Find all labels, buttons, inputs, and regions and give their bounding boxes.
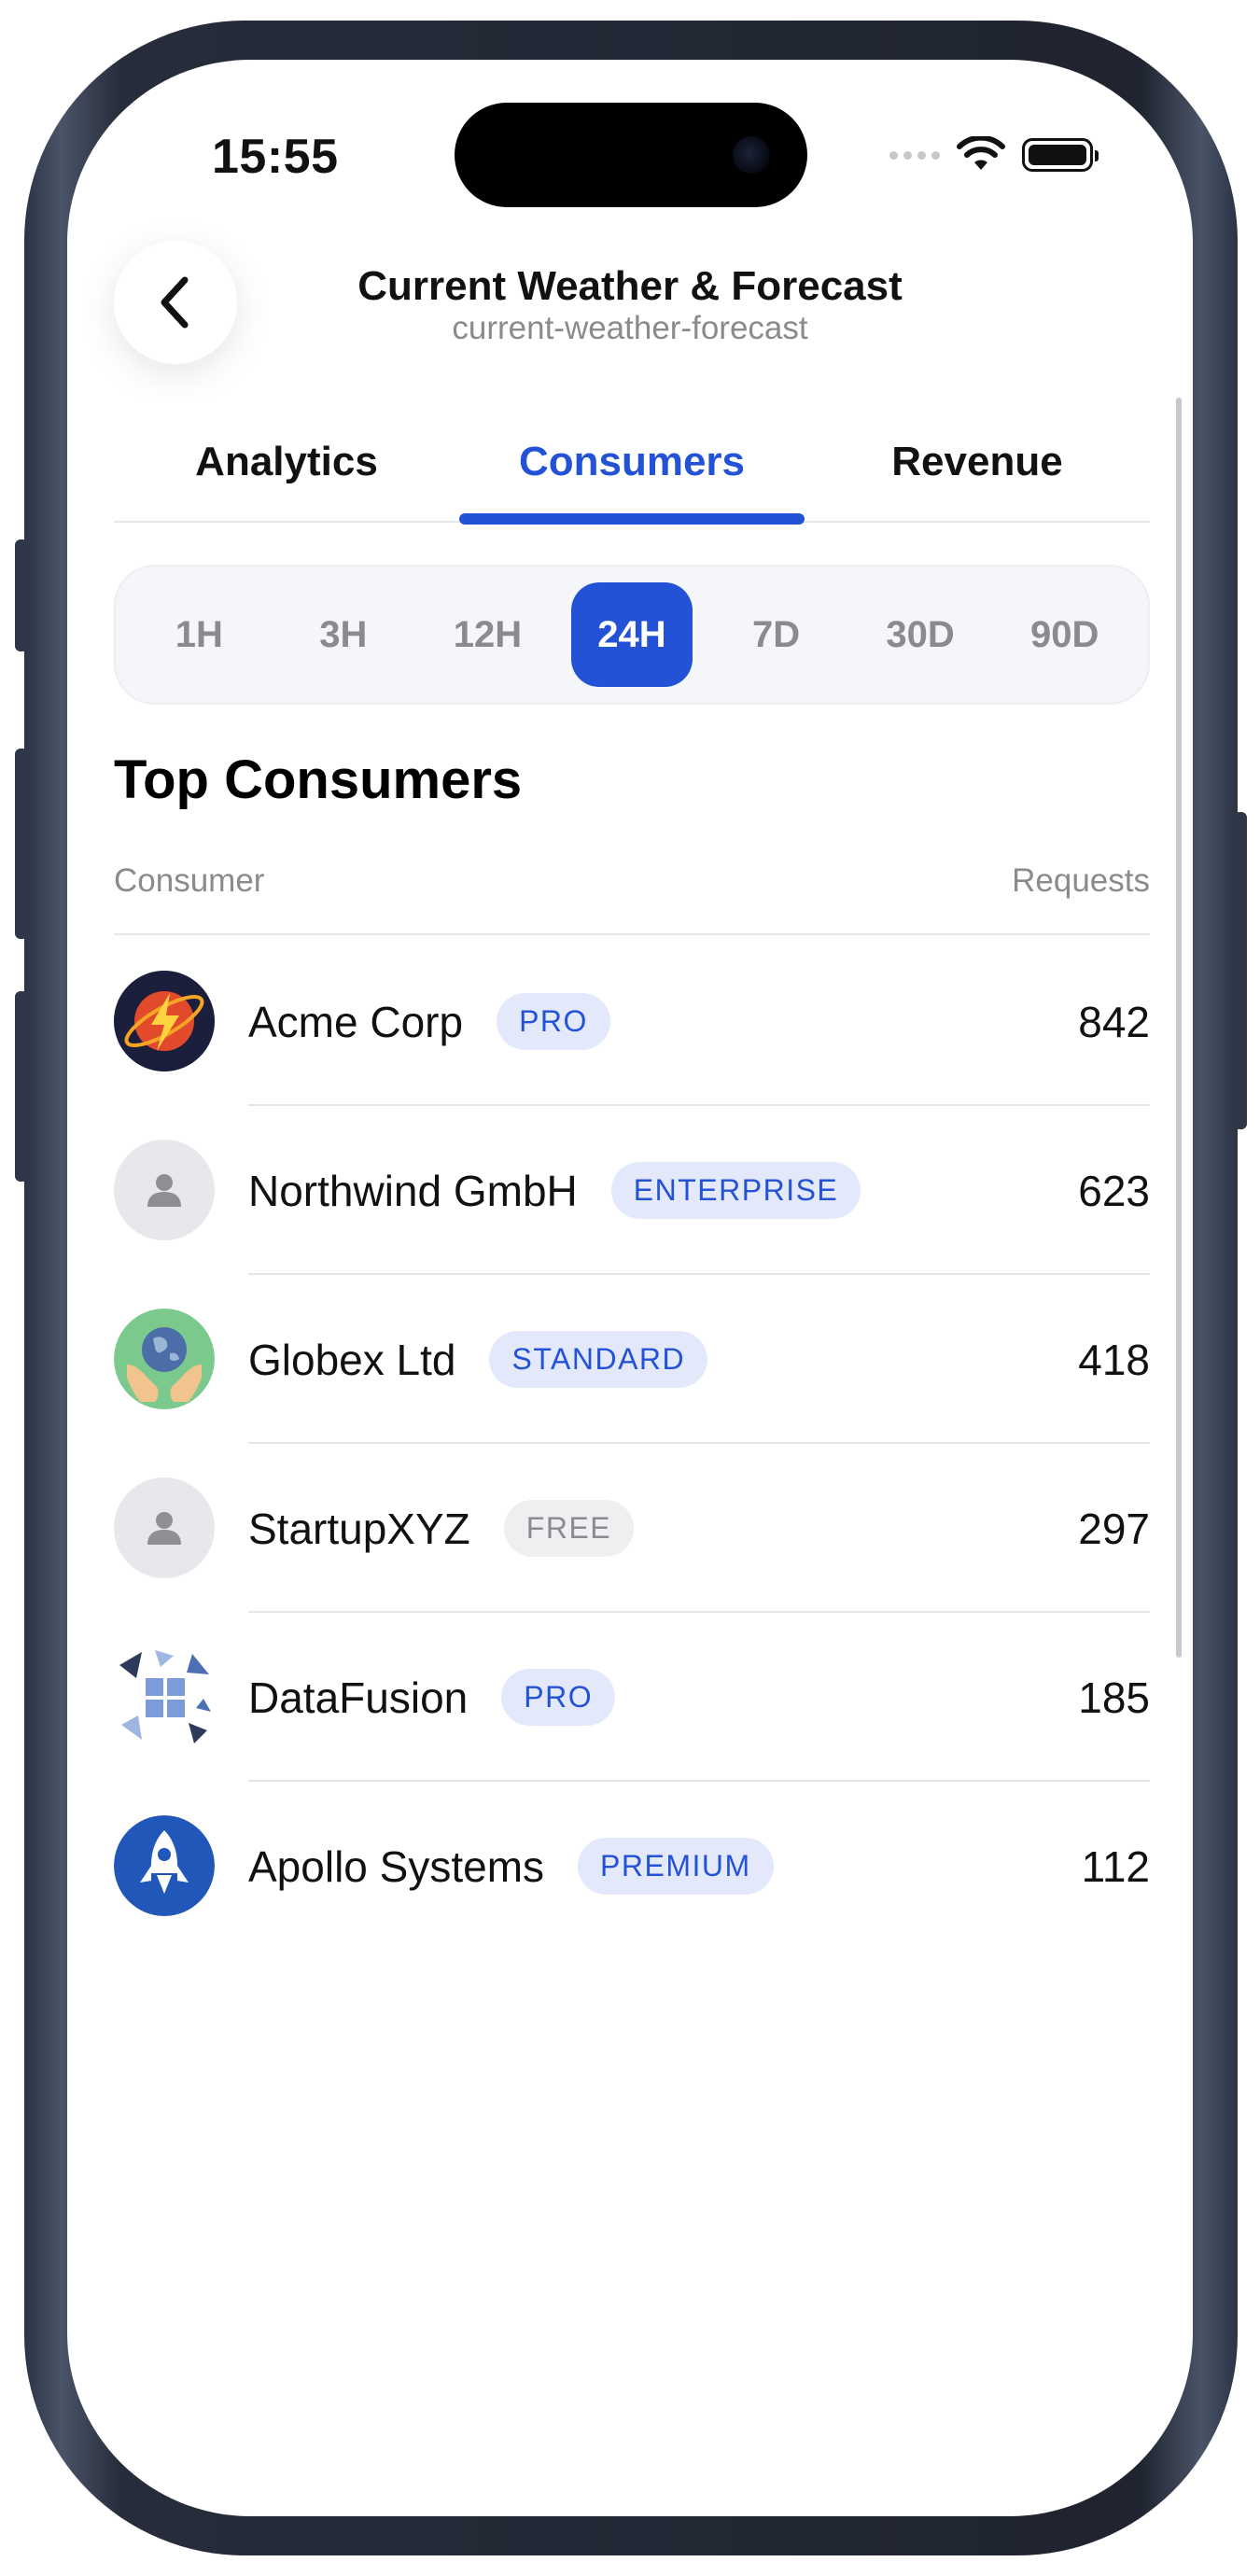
consumer-row[interactable]: Acme Corp PRO 842 [114,937,1150,1106]
consumer-row[interactable]: DataFusion PRO 185 [114,1613,1150,1782]
app-screen: 15:55 Current Weather & Forecast current… [67,60,1193,2516]
time-range-selector: 1H 3H 12H 24H 7D 30D 90D [114,565,1150,705]
range-12h[interactable]: 12H [427,582,548,687]
page-subtitle: current-weather-forecast [452,310,808,346]
lightning-logo-icon [114,971,215,1071]
range-7d[interactable]: 7D [716,582,837,687]
range-30d[interactable]: 30D [860,582,981,687]
section-title: Top Consumers [114,749,523,810]
range-90d[interactable]: 90D [1004,582,1126,687]
tier-badge: PREMIUM [578,1838,774,1895]
geometric-grid-icon [114,1646,215,1747]
column-header-consumer: Consumer [114,862,265,899]
rocket-icon [114,1815,215,1916]
consumer-list: Acme Corp PRO 842 Northwind GmbH ENTERPR… [114,937,1150,1951]
globe-hands-icon [114,1309,215,1409]
tier-badge: FREE [503,1500,635,1557]
consumer-name: DataFusion [248,1673,469,1722]
consumer-name: Globex Ltd [248,1335,456,1384]
wifi-icon [957,136,1005,170]
tier-badge: STANDARD [489,1331,708,1388]
volume-down-button [15,991,28,1182]
page-title: Current Weather & Forecast [357,263,903,309]
tab-bar: Analytics Consumers Revenue [114,418,1150,525]
consumer-name: Northwind GmbH [248,1166,578,1215]
request-count: 842 [1078,997,1150,1046]
dynamic-island [455,103,807,207]
column-header-requests: Requests [1012,862,1150,899]
consumer-row[interactable]: Northwind GmbH ENTERPRISE 623 [114,1106,1150,1275]
range-3h[interactable]: 3H [283,582,404,687]
request-count: 623 [1078,1166,1150,1215]
range-1h[interactable]: 1H [138,582,259,687]
person-placeholder-icon [114,1477,215,1578]
consumer-name: Apollo Systems [248,1841,545,1891]
cellular-signal-icon [889,150,940,160]
request-count: 418 [1078,1335,1150,1384]
consumer-row[interactable]: Globex Ltd STANDARD 418 [114,1275,1150,1444]
tier-badge: PRO [497,993,610,1050]
consumer-row[interactable]: StartupXYZ FREE 297 [114,1444,1150,1613]
battery-icon [1022,138,1099,172]
status-icons [889,136,1099,174]
action-button [15,539,28,651]
request-count: 297 [1078,1504,1150,1553]
status-time: 15:55 [212,130,339,184]
tier-badge: ENTERPRISE [610,1162,861,1219]
tab-revenue[interactable]: Revenue [805,418,1150,521]
consumer-row[interactable]: Apollo Systems PREMIUM 112 [114,1782,1150,1951]
power-button [1234,812,1247,1129]
consumer-name: StartupXYZ [248,1504,470,1553]
tier-badge: PRO [501,1669,616,1726]
tab-consumers[interactable]: Consumers [459,418,805,525]
request-count: 112 [1081,1841,1150,1891]
person-placeholder-icon [114,1140,215,1240]
request-count: 185 [1078,1673,1150,1722]
table-header: Consumer Requests [114,862,1150,935]
scrollbar[interactable] [1176,398,1182,1658]
range-24h[interactable]: 24H [570,582,693,687]
volume-up-button [15,749,28,939]
tab-analytics[interactable]: Analytics [114,418,459,521]
camera-icon [733,136,770,174]
consumer-name: Acme Corp [248,997,464,1046]
